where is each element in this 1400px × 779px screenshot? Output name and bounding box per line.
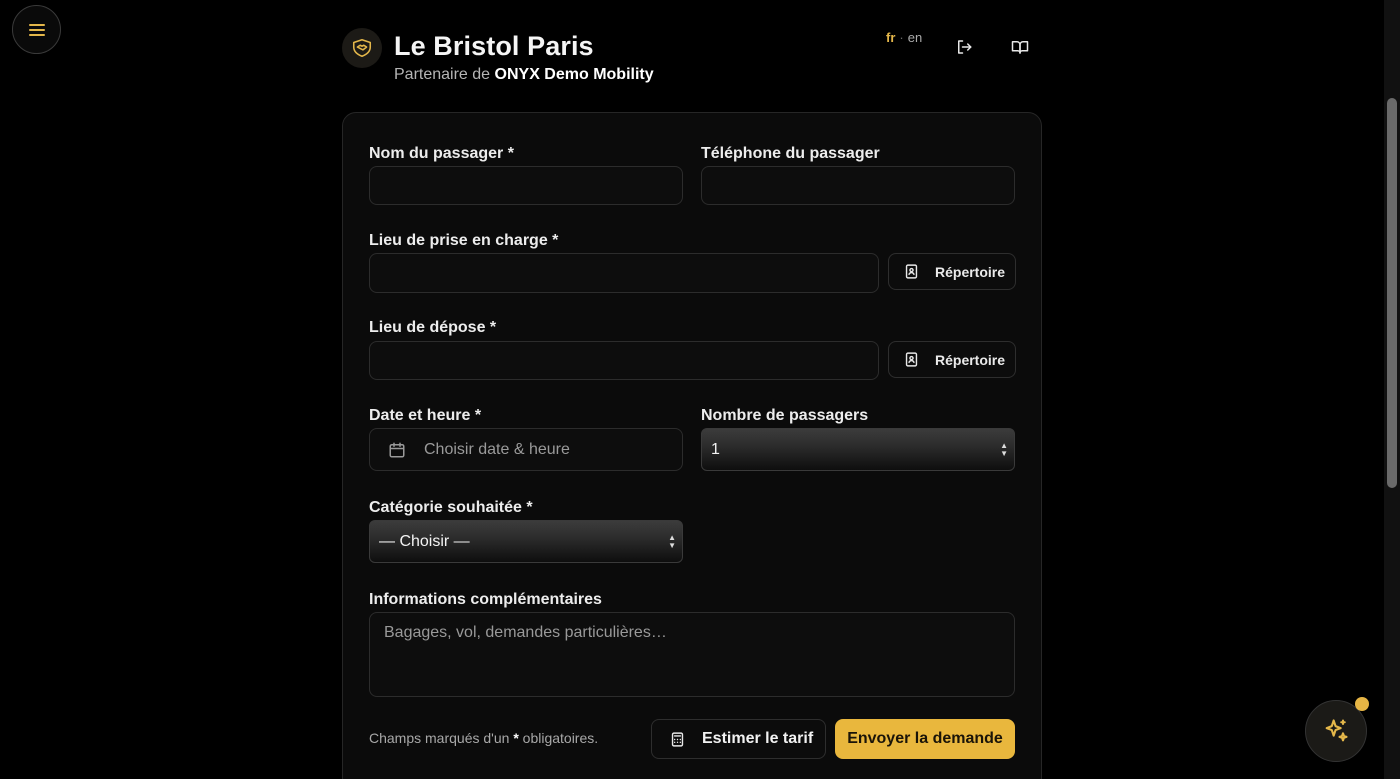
passenger-phone-input[interactable] <box>701 166 1015 205</box>
address-book-icon <box>905 352 918 367</box>
calendar-icon <box>389 442 405 457</box>
datetime-picker[interactable]: Choisir date & heure <box>369 428 683 471</box>
select-arrows-icon: ▲ ▼ <box>1000 440 1008 458</box>
info-textarea[interactable]: Bagages, vol, demandes particulières… <box>369 612 1015 697</box>
estimate-fare-button[interactable]: Estimer le tarif <box>651 719 826 759</box>
datetime-placeholder: Choisir date & heure <box>424 440 570 458</box>
passenger-phone-label: Téléphone du passager <box>701 145 880 162</box>
datetime-label: Date et heure * <box>369 407 482 424</box>
menu-icon <box>28 23 45 36</box>
passenger-name-label: Nom du passager * <box>369 145 514 162</box>
logout-button[interactable] <box>953 36 975 58</box>
lang-separator: · <box>899 30 904 45</box>
partner-line: Partenaire de ONYX Demo Mobility <box>394 66 654 84</box>
pickup-directory-button[interactable]: Répertoire <box>888 253 1016 290</box>
passenger-count-select[interactable]: 1 ▲ ▼ <box>701 428 1015 471</box>
category-value: — Choisir — <box>379 532 470 550</box>
category-label: Catégorie souhaitée * <box>369 499 533 516</box>
submit-request-button[interactable]: Envoyer la demande <box>835 719 1015 759</box>
hotel-logo <box>342 28 382 68</box>
dropoff-directory-button[interactable]: Répertoire <box>888 341 1016 378</box>
pickup-label: Lieu de prise en charge * <box>369 232 559 249</box>
lang-fr[interactable]: fr <box>886 30 895 45</box>
partner-prefix: Partenaire de <box>394 66 491 83</box>
calculator-icon <box>671 731 684 747</box>
required-fields-note: Champs marqués d'un * obligatoires. <box>369 730 598 746</box>
footnote-star: * <box>513 730 519 746</box>
footnote-prefix: Champs marqués d'un <box>369 730 510 746</box>
guide-button[interactable] <box>1009 36 1031 58</box>
hotel-name: Le Bristol Paris <box>394 31 594 61</box>
logout-icon <box>958 40 972 54</box>
page-scrollbar[interactable] <box>1384 0 1400 779</box>
submit-request-label: Envoyer la demande <box>847 730 1003 747</box>
lang-en[interactable]: en <box>908 30 922 45</box>
passenger-count-label: Nombre de passagers <box>701 407 869 424</box>
dropoff-label: Lieu de dépose * <box>369 319 497 336</box>
dropoff-input[interactable] <box>369 341 879 380</box>
menu-button[interactable] <box>12 5 61 54</box>
sparkles-icon <box>1325 719 1348 742</box>
info-label: Informations complémentaires <box>369 591 602 608</box>
passenger-name-input[interactable] <box>369 166 683 205</box>
info-placeholder: Bagages, vol, demandes particulières… <box>384 624 667 641</box>
book-open-icon <box>1011 41 1029 54</box>
pickup-input[interactable] <box>369 253 879 293</box>
footnote-suffix: obligatoires. <box>522 730 599 746</box>
scrollbar-thumb[interactable] <box>1387 98 1397 488</box>
notification-dot <box>1355 697 1369 711</box>
pickup-directory-label: Répertoire <box>935 263 1006 280</box>
dropoff-directory-label: Répertoire <box>935 351 1006 368</box>
address-book-icon <box>905 264 918 279</box>
handshake-shield-icon <box>352 38 372 58</box>
select-arrows-icon: ▲ ▼ <box>668 532 676 550</box>
passenger-count-value: 1 <box>711 440 720 458</box>
partner-name: ONYX Demo Mobility <box>494 66 654 83</box>
category-select[interactable]: — Choisir — ▲ ▼ <box>369 520 683 563</box>
estimate-fare-label: Estimer le tarif <box>702 730 814 747</box>
language-switcher: fr · en <box>886 30 922 45</box>
booking-form-card: Nom du passager * Téléphone du passager … <box>342 112 1042 779</box>
page-header: Le Bristol Paris Partenaire de ONYX Demo… <box>342 28 1042 88</box>
